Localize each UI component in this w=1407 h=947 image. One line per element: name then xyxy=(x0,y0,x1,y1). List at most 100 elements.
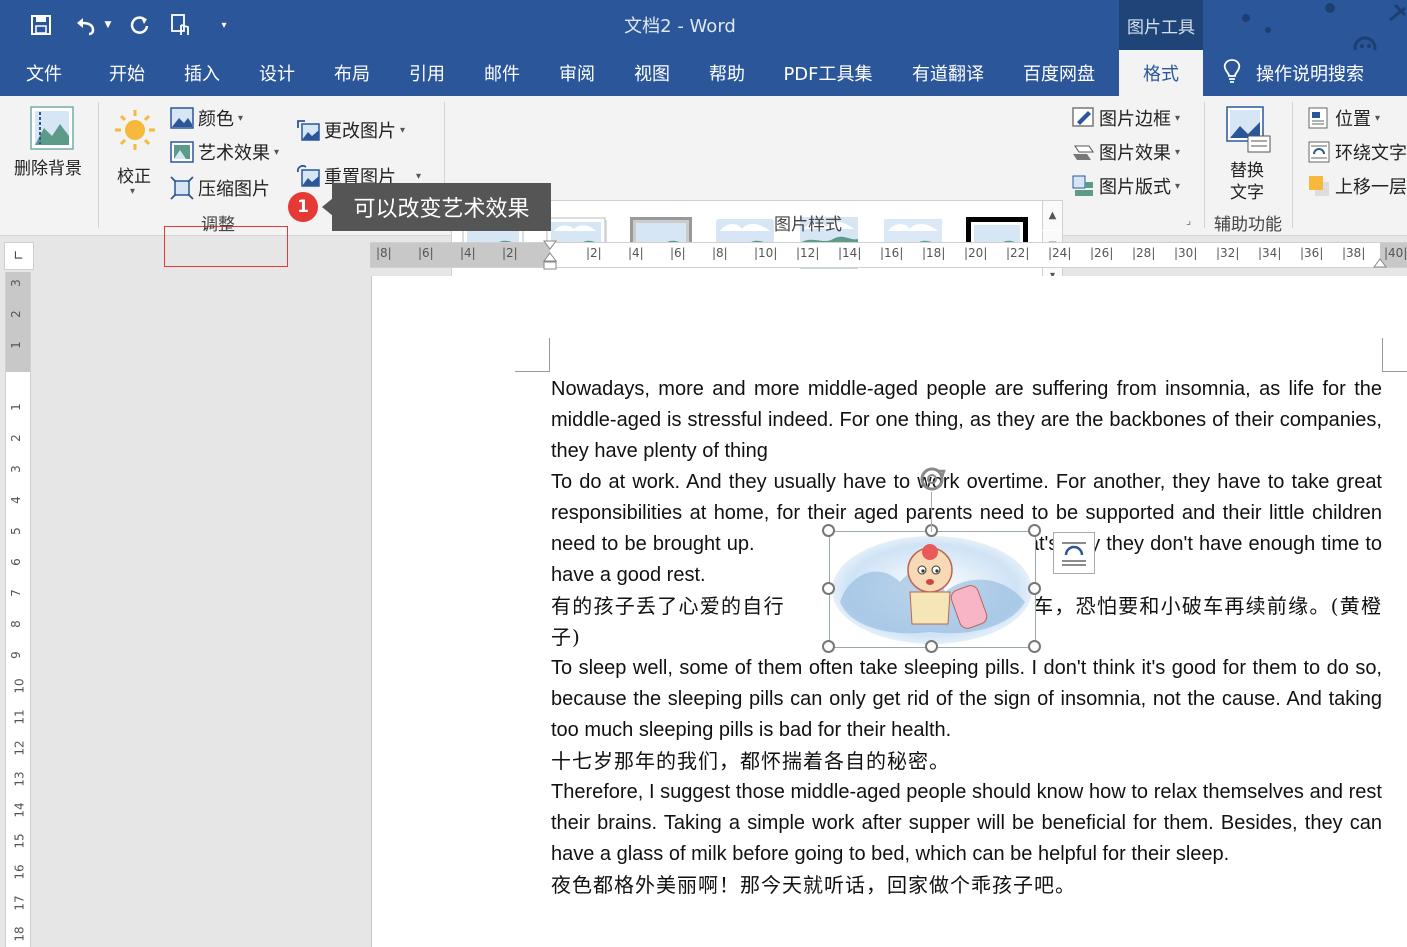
resize-handle-bottom-left[interactable] xyxy=(822,640,835,653)
position-button[interactable]: 位置 ▾ xyxy=(1307,104,1380,132)
tab-references[interactable]: 引用 xyxy=(396,50,458,96)
artistic-effects-button[interactable]: 艺术效果 ▾ xyxy=(170,138,279,166)
bring-forward-button[interactable]: 上移一层 xyxy=(1307,172,1407,200)
tell-me-search[interactable]: 操作说明搜索 xyxy=(1222,58,1364,88)
compress-label: 压缩图片 xyxy=(198,179,270,200)
tab-selector[interactable]: ∟ xyxy=(4,242,34,270)
ruler-tick-label: |2| xyxy=(502,246,518,260)
ruler-tick-label: |20| xyxy=(964,246,988,260)
ruler-tick-label: 2 xyxy=(8,434,23,442)
alt-text-label-line2: 文字 xyxy=(1230,183,1264,203)
ruler-tick-label: |2| xyxy=(586,246,602,260)
separator xyxy=(1292,102,1293,228)
bring-forward-label: 上移一层 xyxy=(1335,177,1407,198)
ruler-tick-label: |16| xyxy=(880,246,904,260)
remove-background-icon xyxy=(30,106,74,154)
margin-mark xyxy=(1382,371,1407,372)
ruler-tick-label: 1 xyxy=(8,403,23,411)
corrections-button[interactable]: 校正 ▾ xyxy=(108,104,162,200)
lightbulb-icon xyxy=(1222,58,1242,89)
ruler-tick-label: 15 xyxy=(12,833,27,849)
ruler-tick-label: |32| xyxy=(1216,246,1240,260)
wrap-text-button[interactable]: 环绕文字 xyxy=(1307,138,1407,166)
tab-format[interactable]: 格式 xyxy=(1119,50,1203,96)
tab-layout[interactable]: 布局 xyxy=(321,50,383,96)
ruler-tick-label: 17 xyxy=(12,895,27,911)
ruler-tick-label: |6| xyxy=(418,246,434,260)
margin-mark xyxy=(515,371,550,372)
rotate-handle-stem xyxy=(931,492,932,532)
layout-options-button[interactable] xyxy=(1053,532,1095,574)
accessibility-group-label: 辅助功能 xyxy=(1214,215,1282,235)
layout-options-icon xyxy=(1062,542,1086,566)
ruler-tick-label: |24| xyxy=(1048,246,1072,260)
ruler-tick-label: 16 xyxy=(12,864,27,880)
paragraph-7: 夜色都格外美丽啊！那今天就听话，回家做个乖孩子吧。 xyxy=(551,873,1076,897)
tab-mailings[interactable]: 邮件 xyxy=(471,50,533,96)
cartoon-picture xyxy=(830,532,1035,647)
ruler-tick-label: 1 xyxy=(8,341,23,349)
dialog-launcher-icon[interactable]: ⌟ xyxy=(1186,214,1191,227)
resize-handle-top-left[interactable] xyxy=(822,524,835,537)
alt-text-button[interactable]: 替换 文字 xyxy=(1216,104,1282,204)
tab-home[interactable]: 开始 xyxy=(96,50,158,96)
resize-handle-bottom[interactable] xyxy=(925,640,938,653)
resize-handle-right[interactable] xyxy=(1028,582,1041,595)
color-label: 颜色 xyxy=(198,109,234,130)
ruler-tick-label: 5 xyxy=(8,527,23,535)
ruler-tick-label: |12| xyxy=(796,246,820,260)
gallery-scroll-up[interactable]: ▲ xyxy=(1042,201,1062,230)
adjust-group-label: 调整 xyxy=(201,215,235,235)
ruler-tick-label: 18 xyxy=(12,926,27,942)
ribbon-tabs: 文件 开始 插入 设计 布局 引用 邮件 审阅 视图 帮助 PDF工具集 有道翻… xyxy=(0,50,1407,96)
vertical-ruler[interactable]: 3 2 1 1 2 3 4 5 6 7 8 9 10 11 12 13 14 15 16 17 18 xyxy=(5,272,31,947)
picture-border-button[interactable]: 图片边框 ▾ xyxy=(1071,104,1180,132)
wrap-text-icon xyxy=(1307,140,1331,164)
ruler-tick-label: |28| xyxy=(1132,246,1156,260)
ruler-tick-label: 3 xyxy=(8,465,23,473)
color-button[interactable]: 颜色 ▾ xyxy=(170,104,243,132)
ruler-tick-label: |30| xyxy=(1174,246,1198,260)
rotate-handle-icon[interactable] xyxy=(918,465,946,493)
change-picture-label: 更改图片 xyxy=(324,121,396,142)
tab-youdao-translate[interactable]: 有道翻译 xyxy=(900,50,996,96)
wrap-text-label: 环绕文字 xyxy=(1335,143,1407,164)
picture-color-icon xyxy=(170,106,194,130)
indent-marker-icon[interactable] xyxy=(542,239,558,271)
ruler-tick-label: |14| xyxy=(838,246,862,260)
ribbon: 删除背景 校正 ▾ 颜色 ▾ 艺术效果 ▾ 压缩图片 更改图片 ▾ 重置图片 ▾ 调整 xyxy=(0,96,1407,290)
tab-baidu-netdisk[interactable]: 百度网盘 xyxy=(1011,50,1107,96)
separator xyxy=(1204,102,1205,228)
paragraph-4: To sleep well, some of them often take s… xyxy=(551,657,1382,741)
picture-tools-label: 图片工具 xyxy=(1119,0,1203,50)
selected-picture[interactable] xyxy=(822,524,1041,653)
remove-background-button[interactable]: 删除背景 xyxy=(10,104,92,184)
tab-review[interactable]: 审阅 xyxy=(546,50,608,96)
compress-pictures-button[interactable]: 压缩图片 xyxy=(170,174,270,202)
tab-design[interactable]: 设计 xyxy=(246,50,308,96)
ruler-tick-label: 7 xyxy=(8,589,23,597)
picture-effects-label: 图片效果 xyxy=(1099,143,1171,164)
tab-view[interactable]: 视图 xyxy=(621,50,683,96)
position-label: 位置 xyxy=(1335,109,1371,130)
resize-handle-top-right[interactable] xyxy=(1028,524,1041,537)
paragraph-1: Nowadays, more and more middle-aged peop… xyxy=(551,378,1382,462)
tab-help[interactable]: 帮助 xyxy=(696,50,758,96)
tab-insert[interactable]: 插入 xyxy=(171,50,233,96)
tab-file[interactable]: 文件 xyxy=(12,50,76,96)
picture-effects-button[interactable]: 图片效果 ▾ xyxy=(1071,138,1180,166)
horizontal-ruler[interactable]: |8| |6| |4| |2| |2| |4| |6| |8| |10| |12| |14| |16|… xyxy=(370,239,1407,271)
resize-handle-bottom-right[interactable] xyxy=(1028,640,1041,653)
ruler-tick-label: 9 xyxy=(8,651,23,659)
chevron-down-icon: ▾ xyxy=(1175,112,1181,124)
ruler-tick-label: 3 xyxy=(8,279,23,287)
chevron-down-icon: ▾ xyxy=(1375,112,1381,124)
picture-layout-button[interactable]: 图片版式 ▾ xyxy=(1071,172,1180,200)
ruler-tick-label: |36| xyxy=(1300,246,1324,260)
resize-handle-left[interactable] xyxy=(822,582,835,595)
change-picture-button[interactable]: 更改图片 ▾ xyxy=(296,116,405,144)
artistic-effects-icon xyxy=(170,140,194,164)
reset-picture-icon xyxy=(296,164,320,188)
tab-pdf-tools[interactable]: PDF工具集 xyxy=(772,50,884,96)
chevron-down-icon: ▾ xyxy=(1175,180,1181,192)
